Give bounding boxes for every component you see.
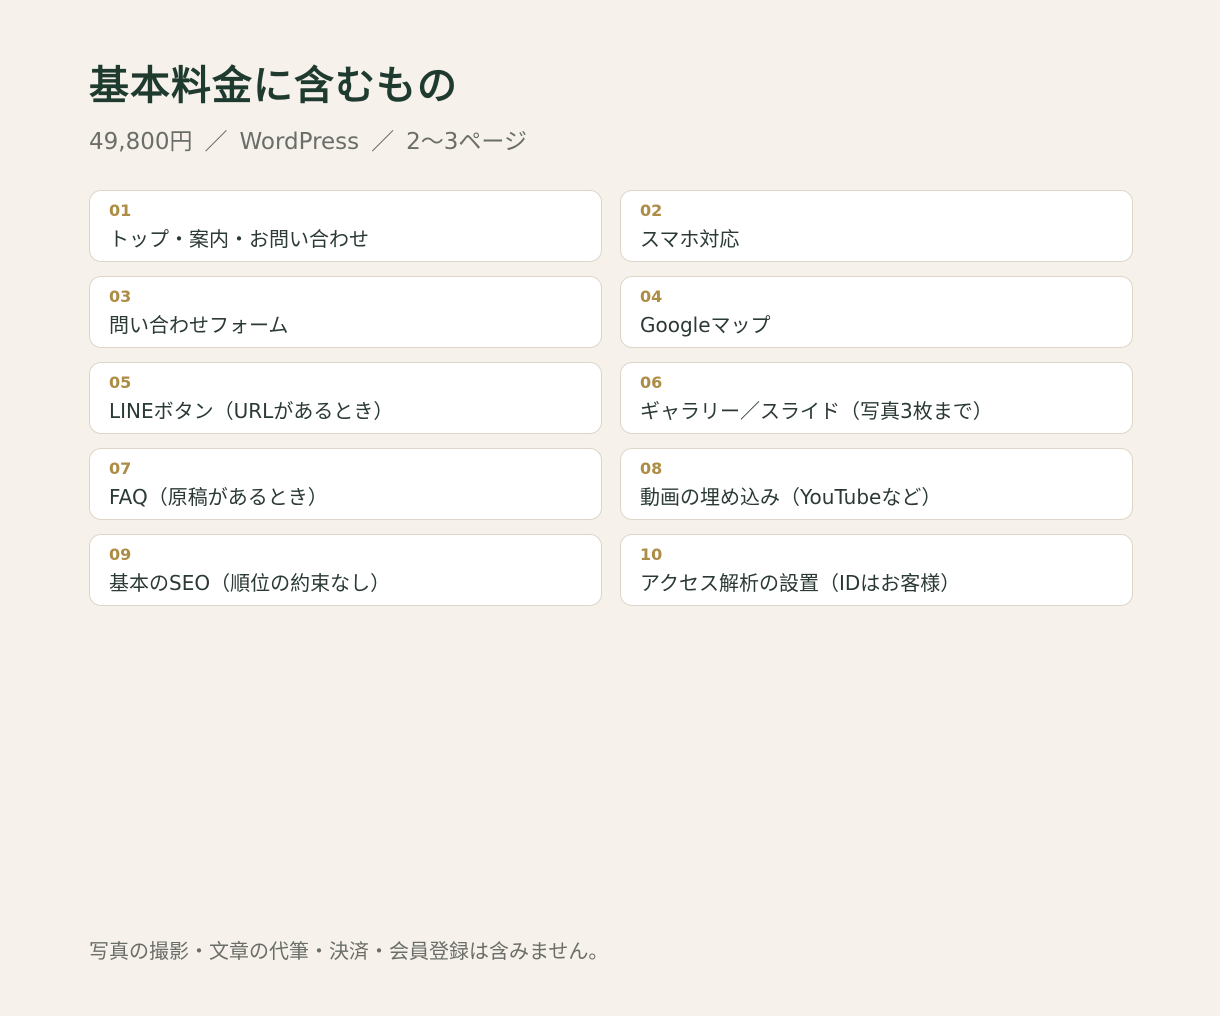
item-number: 01 xyxy=(109,201,132,220)
price: 49,800円 xyxy=(89,129,193,155)
included-item-05: 05 LINEボタン（URLがあるとき） xyxy=(89,362,602,434)
item-label: アクセス解析の設置（IDはお客様） xyxy=(640,571,961,595)
included-item-06: 06 ギャラリー／スライド（写真3枚まで） xyxy=(620,362,1133,434)
item-number: 03 xyxy=(109,287,132,306)
platform: WordPress xyxy=(239,129,360,155)
item-label: FAQ（原稿があるとき） xyxy=(109,485,328,509)
page-count: 2〜3ページ xyxy=(406,129,527,155)
item-number: 07 xyxy=(109,459,132,478)
included-item-09: 09 基本のSEO（順位の約束なし） xyxy=(89,534,602,606)
item-label: LINEボタン（URLがあるとき） xyxy=(109,399,394,423)
page-title: 基本料金に含むもの xyxy=(89,63,458,109)
included-item-02: 02 スマホ対応 xyxy=(620,190,1133,262)
item-label: ギャラリー／スライド（写真3枚まで） xyxy=(640,399,993,423)
item-label: スマホ対応 xyxy=(640,227,740,251)
item-label: トップ・案内・お問い合わせ xyxy=(109,227,369,251)
included-item-10: 10 アクセス解析の設置（IDはお客様） xyxy=(620,534,1133,606)
item-label: 問い合わせフォーム xyxy=(109,313,289,337)
separator: ／ xyxy=(371,129,395,155)
item-number: 04 xyxy=(640,287,663,306)
item-number: 06 xyxy=(640,373,663,392)
item-label: 動画の埋め込み（YouTubeなど） xyxy=(640,485,942,509)
item-label: Googleマップ xyxy=(640,313,771,337)
separator: ／ xyxy=(204,129,228,155)
item-number: 10 xyxy=(640,545,663,564)
item-label: 基本のSEO（順位の約束なし） xyxy=(109,571,391,595)
exclusions-note: 写真の撮影・文章の代筆・決済・会員登録は含みません。 xyxy=(89,939,609,963)
included-item-07: 07 FAQ（原稿があるとき） xyxy=(89,448,602,520)
item-number: 05 xyxy=(109,373,132,392)
page: 基本料金に含むもの 49,800円 ／ WordPress ／ 2〜3ページ 01 トッ… xyxy=(89,0,1133,1016)
item-number: 02 xyxy=(640,201,663,220)
pricing-summary: 49,800円 ／ WordPress ／ 2〜3ページ xyxy=(89,126,527,158)
included-item-03: 03 問い合わせフォーム xyxy=(89,276,602,348)
included-item-04: 04 Googleマップ xyxy=(620,276,1133,348)
included-item-01: 01 トップ・案内・お問い合わせ xyxy=(89,190,602,262)
included-items-grid: 01 トップ・案内・お問い合わせ 02 スマホ対応 03 問い合わせフォーム 0… xyxy=(89,190,1133,606)
included-item-08: 08 動画の埋め込み（YouTubeなど） xyxy=(620,448,1133,520)
item-number: 08 xyxy=(640,459,663,478)
item-number: 09 xyxy=(109,545,132,564)
